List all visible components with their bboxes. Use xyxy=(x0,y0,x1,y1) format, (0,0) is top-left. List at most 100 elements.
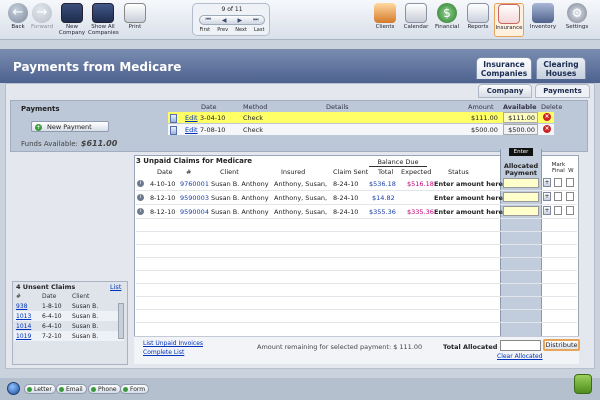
list-item[interactable]: 938 1-8-10 Susan B. xyxy=(14,301,124,311)
claim-number-link[interactable]: 9760001 xyxy=(180,180,209,188)
payments-label: Payments xyxy=(21,105,60,113)
form-button[interactable]: Form xyxy=(120,384,150,394)
new-company-icon xyxy=(61,3,83,23)
reports-button[interactable]: Reports xyxy=(463,3,493,37)
claim-header-client[interactable]: Client xyxy=(220,168,239,176)
new-company-button[interactable]: New Company xyxy=(57,3,87,37)
claim-number-link[interactable]: 9590004 xyxy=(180,208,209,216)
edit-link[interactable]: Edit xyxy=(185,126,198,134)
pay-header-delete: Delete xyxy=(541,103,563,111)
clear-allocated-link[interactable]: Clear Allocated xyxy=(497,353,543,360)
calendar-button[interactable]: Calendar xyxy=(401,3,431,37)
expand-plus-icon[interactable]: + xyxy=(543,206,551,215)
phone-button[interactable]: Phone xyxy=(88,384,121,394)
companies-list-icon xyxy=(92,3,114,23)
allocated-amount-input[interactable] xyxy=(503,192,539,202)
claim-header-expected[interactable]: Expected xyxy=(401,168,431,176)
prev-icon[interactable]: ◀ xyxy=(222,17,227,24)
expand-plus-icon[interactable]: + xyxy=(543,192,551,201)
delete-icon[interactable]: × xyxy=(543,125,551,133)
row-divider xyxy=(136,257,577,258)
distribute-button[interactable]: Distribute xyxy=(543,339,580,351)
unsent-list-link[interactable]: List xyxy=(110,283,121,291)
pay-header-date: Date xyxy=(201,103,217,111)
payment-row[interactable]: Edit 3-04-10 Check $111.00 xyxy=(168,112,554,123)
delete-icon[interactable]: × xyxy=(543,113,551,121)
inventory-button[interactable]: Inventory xyxy=(528,3,558,37)
row-divider xyxy=(136,322,577,323)
letter-button[interactable]: Letter xyxy=(24,384,56,394)
row-divider xyxy=(136,218,577,219)
list-item[interactable]: 1014 6-4-10 Susan B. xyxy=(14,321,124,331)
dollar-icon: $ xyxy=(437,3,457,23)
financial-button[interactable]: $ Financial xyxy=(432,3,462,37)
amount-remaining: Amount remaining for selected payment: $… xyxy=(257,343,423,351)
settings-button[interactable]: ⚙ Settings xyxy=(562,3,592,37)
first-icon[interactable]: ⏮ xyxy=(205,16,210,24)
tab-company[interactable]: Company xyxy=(478,84,532,98)
tab-clearing-houses[interactable]: Clearing Houses xyxy=(536,57,586,79)
info-icon[interactable]: i xyxy=(137,194,144,201)
prev-label[interactable]: Prev xyxy=(217,27,228,33)
new-payment-button[interactable]: + New Payment xyxy=(31,121,109,132)
unsent-scrollbar[interactable] xyxy=(118,303,124,339)
record-navigator: 9 of 11 ⏮ ◀ ▶ ⏭ First Prev Next Last xyxy=(192,3,270,36)
mark-final-checkbox[interactable] xyxy=(554,206,562,215)
total-allocated-label: Total Allocated xyxy=(443,343,498,351)
allocated-amount-input[interactable] xyxy=(503,206,539,216)
claim-header-insured[interactable]: Insured xyxy=(281,168,305,176)
expand-plus-icon[interactable]: + xyxy=(543,178,551,187)
next-icon[interactable]: ▶ xyxy=(237,17,242,24)
info-icon[interactable]: i xyxy=(137,208,144,215)
forward-button[interactable]: → Forward xyxy=(27,3,57,37)
edit-link[interactable]: Edit xyxy=(185,114,198,122)
w-checkbox[interactable] xyxy=(566,192,574,201)
print-button[interactable]: Print xyxy=(120,3,150,37)
insurance-button[interactable]: Insurance xyxy=(494,3,524,37)
payment-row[interactable]: Edit 7-08-10 Check $500.00 xyxy=(168,124,554,135)
plus-icon: + xyxy=(35,123,42,131)
last-icon[interactable]: ⏭ xyxy=(253,16,258,24)
row-divider xyxy=(136,283,577,284)
complete-list-link[interactable]: Complete List xyxy=(143,349,184,356)
info-icon[interactable]: i xyxy=(137,180,144,187)
document-icon xyxy=(170,125,177,135)
claim-header-status[interactable]: Status xyxy=(448,168,469,176)
claims-title: 3 Unpaid Claims for Medicare xyxy=(136,157,253,165)
w-checkbox[interactable] xyxy=(566,178,574,187)
show-all-companies-button[interactable]: Show All Companies xyxy=(88,3,119,37)
allocated-amount-input[interactable] xyxy=(503,178,539,188)
list-unpaid-invoices-link[interactable]: List Unpaid Invoices xyxy=(143,340,203,347)
tab-insurance-companies[interactable]: Insurance Companies xyxy=(476,57,532,79)
insurance-icon xyxy=(498,4,520,24)
row-divider xyxy=(136,231,577,232)
next-label[interactable]: Next xyxy=(235,27,247,33)
list-item[interactable]: 1019 7-2-10 Susan B. xyxy=(14,331,124,341)
mark-final-checkbox[interactable] xyxy=(554,178,562,187)
phone-icon xyxy=(91,387,96,392)
clients-button[interactable]: Clients xyxy=(370,3,400,37)
android-icon[interactable] xyxy=(574,374,592,394)
row-divider xyxy=(136,309,577,310)
last-label[interactable]: Last xyxy=(254,27,264,33)
first-label[interactable]: First xyxy=(200,27,211,33)
claim-header-claim-sent[interactable]: Claim Sent xyxy=(333,168,368,176)
unsent-header-client: Client xyxy=(72,293,90,300)
list-item[interactable]: 1013 6-4-10 Susan B. xyxy=(14,311,124,321)
tab-payments[interactable]: Payments xyxy=(535,84,590,98)
email-button[interactable]: Email xyxy=(56,384,87,394)
claim-number-link[interactable]: 9590003 xyxy=(180,194,209,202)
gear-icon: ⚙ xyxy=(567,3,587,23)
claim-header-total[interactable]: Total xyxy=(378,168,393,176)
globe-icon[interactable] xyxy=(7,382,20,395)
claim-header-date[interactable]: Date xyxy=(157,168,173,176)
w-checkbox[interactable] xyxy=(566,206,574,215)
calendar-icon xyxy=(405,3,427,23)
claim-header-num[interactable]: # xyxy=(186,168,191,176)
mark-final-checkbox[interactable] xyxy=(554,192,562,201)
unsent-header-date: Date xyxy=(42,293,57,300)
record-count: 9 of 11 xyxy=(221,6,243,13)
inventory-icon xyxy=(532,3,554,23)
nav-labels: First Prev Next Last xyxy=(196,27,268,33)
document-icon xyxy=(170,113,177,123)
